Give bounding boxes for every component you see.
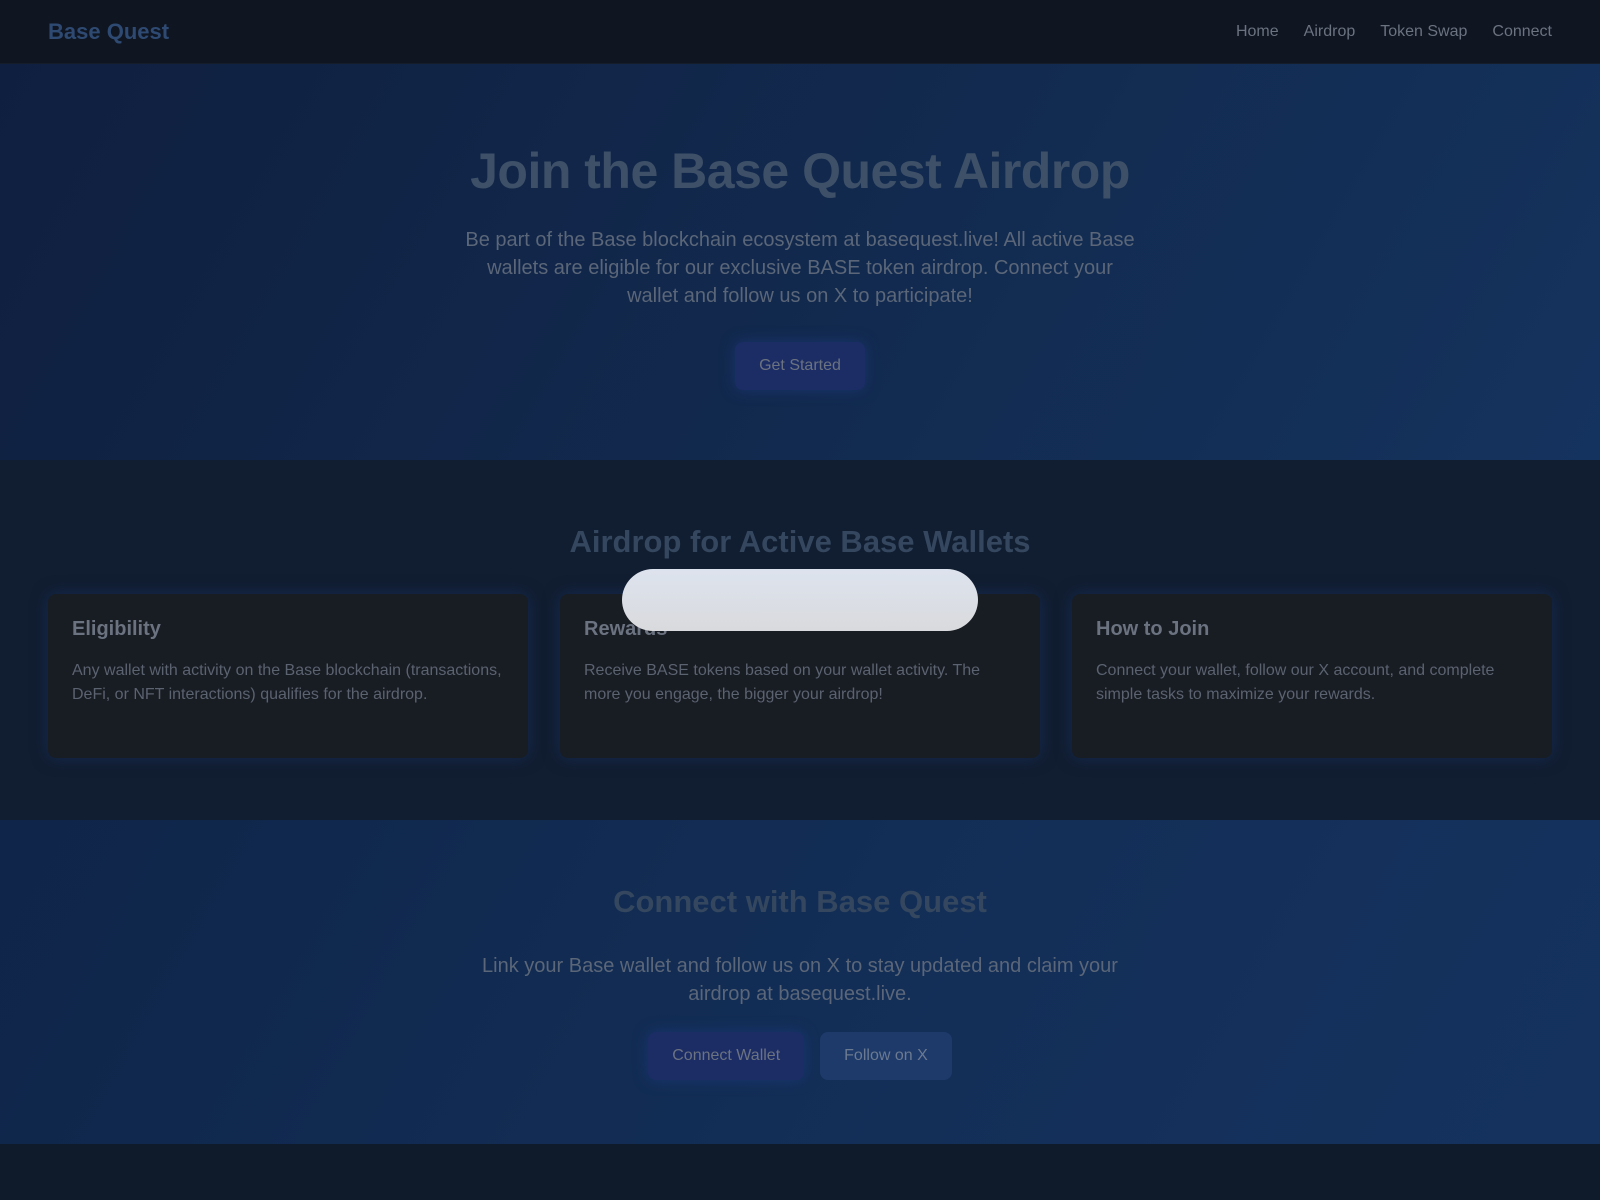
card-text: Any wallet with activity on the Base blo… — [72, 662, 502, 703]
features-title: Airdrop for Active Base Wallets — [569, 524, 1031, 559]
follow-on-x-button[interactable]: Follow on X — [820, 1032, 952, 1080]
eligibility-card: Eligibility Any wallet with activity on … — [48, 594, 528, 758]
nav-link-airdrop[interactable]: Airdrop — [1304, 23, 1356, 41]
card-text: Receive BASE tokens based on your wallet… — [584, 662, 981, 703]
site-logo[interactable]: Base Quest — [48, 19, 169, 45]
connect-section: Connect with Base Quest Link your Base w… — [0, 820, 1600, 1144]
nav-link-home[interactable]: Home — [1236, 23, 1279, 41]
hero-description: Be part of the Base blockchain ecosystem… — [465, 229, 1135, 307]
nav-links: Home Airdrop Token Swap Connect — [1236, 23, 1552, 41]
hero-title: Join the Base Quest Airdrop — [470, 143, 1130, 199]
card-text: Connect your wallet, follow our X accoun… — [1096, 662, 1495, 703]
nav-link-token-swap[interactable]: Token Swap — [1380, 23, 1467, 41]
nav-link-connect[interactable]: Connect — [1492, 23, 1552, 41]
connect-description: Link your Base wallet and follow us on X… — [482, 955, 1118, 1005]
navbar: Base Quest Home Airdrop Token Swap Conne… — [0, 0, 1600, 64]
connect-title: Connect with Base Quest — [613, 884, 987, 919]
overlay-pill[interactable] — [622, 569, 978, 631]
card-title: How to Join — [1096, 618, 1210, 640]
features-section: Airdrop for Active Base Wallets Eligibil… — [0, 460, 1600, 820]
connect-buttons: Connect Wallet Follow on X — [648, 1032, 952, 1080]
get-started-button[interactable]: Get Started — [735, 342, 865, 390]
connect-wallet-button[interactable]: Connect Wallet — [648, 1032, 805, 1080]
footer — [0, 1144, 1600, 1200]
how-to-join-card: How to Join Connect your wallet, follow … — [1072, 594, 1552, 758]
hero-section: Join the Base Quest Airdrop Be part of t… — [0, 64, 1600, 460]
card-title: Eligibility — [72, 618, 161, 640]
